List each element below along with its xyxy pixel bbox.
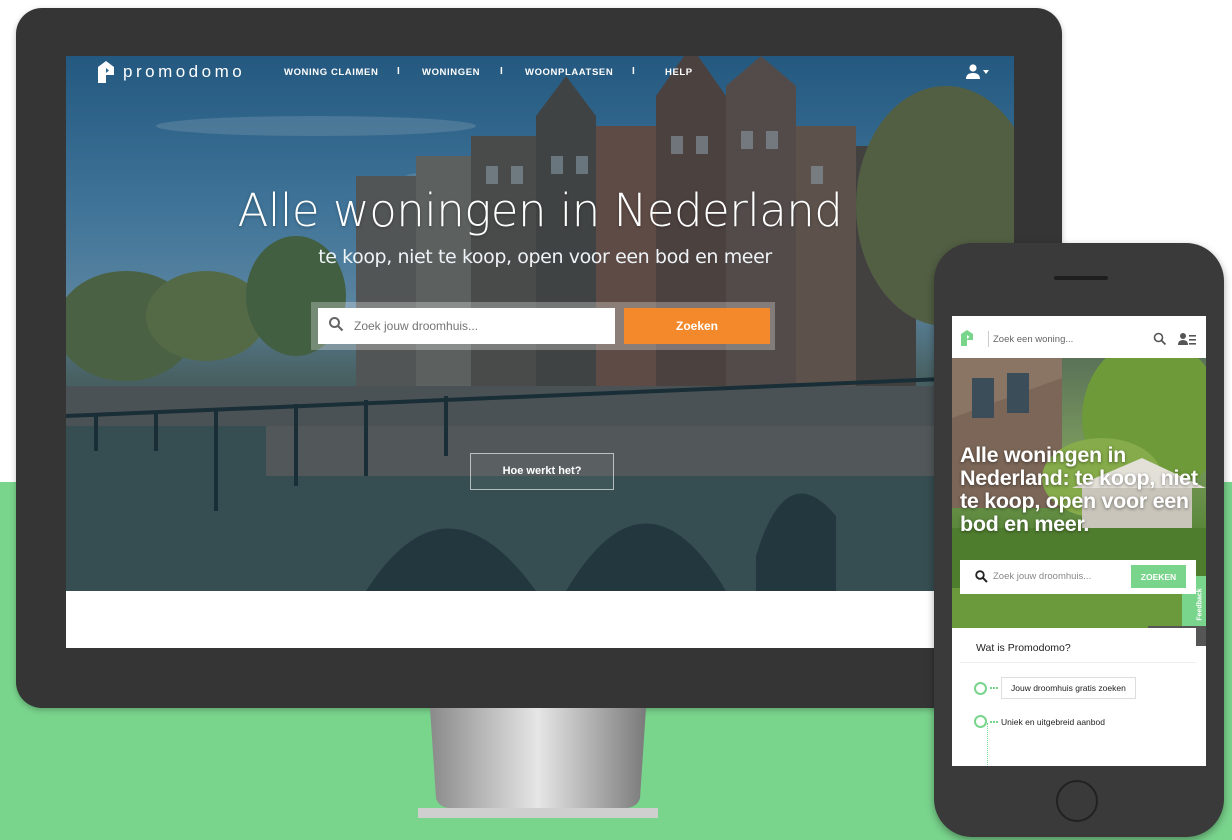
search-button[interactable]: Zoeken	[624, 308, 770, 344]
search-input[interactable]	[318, 308, 615, 344]
mobile-hero-title: Alle woningen in Nederland: te koop, nie…	[960, 443, 1198, 536]
mobile-phone: Zoek een woning... Alle woningen in Nede…	[934, 243, 1224, 837]
mobile-search-input[interactable]: Zoek jouw droomhuis...	[993, 571, 1091, 582]
nav-woning-claimen[interactable]: WONING CLAIMEN	[284, 67, 378, 78]
step-item: Uniek en uitgebreid aanbod	[974, 715, 1105, 728]
feedback-label: Feedback	[1196, 588, 1204, 621]
nav-help[interactable]: HELP	[665, 67, 693, 78]
step-circle-icon	[974, 715, 987, 728]
search-icon	[975, 570, 988, 583]
nav-separator: I	[397, 66, 400, 77]
nav-woningen[interactable]: WONINGEN	[422, 67, 480, 78]
page-content-area	[66, 591, 1014, 648]
mobile-search-button[interactable]: ZOEKEN	[1131, 565, 1186, 588]
nav-woonplaatsen[interactable]: WOONPLAATSEN	[525, 67, 613, 78]
desktop-screen: promodomo WONING CLAIMEN I WONINGEN I WO…	[66, 56, 1014, 648]
nav-separator: I	[500, 66, 503, 77]
card-tab: Wat is Promodomo?	[960, 628, 1090, 662]
nav-divider	[988, 331, 989, 347]
search-icon[interactable]	[1153, 332, 1167, 346]
search-icon	[329, 317, 344, 332]
nav-separator: I	[632, 66, 635, 77]
mobile-top-search-input[interactable]: Zoek een woning...	[993, 334, 1073, 345]
step-item: Jouw droomhuis gratis zoeken	[974, 677, 1136, 699]
mobile-search: Zoek jouw droomhuis... ZOEKEN	[960, 560, 1196, 594]
step-search-free-button[interactable]: Jouw droomhuis gratis zoeken	[1001, 677, 1136, 699]
monitor-stand	[418, 708, 658, 818]
step-line	[987, 723, 988, 766]
phone-speaker	[1054, 276, 1108, 280]
promodomo-logo-icon[interactable]	[960, 329, 974, 347]
logo-text: promodomo	[123, 62, 246, 81]
card-body: Jouw droomhuis gratis zoeken Uniek en ui…	[960, 662, 1196, 766]
step-connector	[990, 687, 998, 689]
top-nav: promodomo WONING CLAIMEN I WONINGEN I WO…	[66, 56, 1014, 86]
desktop-monitor: promodomo WONING CLAIMEN I WONINGEN I WO…	[16, 8, 1062, 708]
logo[interactable]: promodomo	[96, 60, 245, 84]
info-card: Wat is Promodomo? Jouw droomhuis gratis …	[960, 628, 1196, 766]
mobile-screen: Zoek een woning... Alle woningen in Nede…	[952, 316, 1206, 766]
how-it-works-button[interactable]: Hoe werkt het?	[470, 453, 614, 490]
phone-home-button	[1056, 780, 1098, 822]
card-title: Wat is Promodomo?	[976, 642, 1071, 654]
hero-subtitle: te koop, niet te koop, open voor een bod…	[318, 246, 772, 268]
user-menu-icon[interactable]	[1178, 332, 1196, 346]
hero-search: Zoeken	[311, 302, 775, 350]
step-label: Uniek en uitgebreid aanbod	[1001, 716, 1105, 727]
hero-title: Alle woningen in Nederland	[237, 184, 843, 237]
step-circle-icon	[974, 681, 987, 695]
mobile-nav: Zoek een woning...	[952, 316, 1206, 358]
user-dropdown-icon[interactable]	[964, 64, 994, 80]
promodomo-logo-icon	[98, 61, 114, 83]
hero-section: promodomo WONING CLAIMEN I WONINGEN I WO…	[66, 56, 1014, 591]
step-connector	[990, 720, 998, 723]
